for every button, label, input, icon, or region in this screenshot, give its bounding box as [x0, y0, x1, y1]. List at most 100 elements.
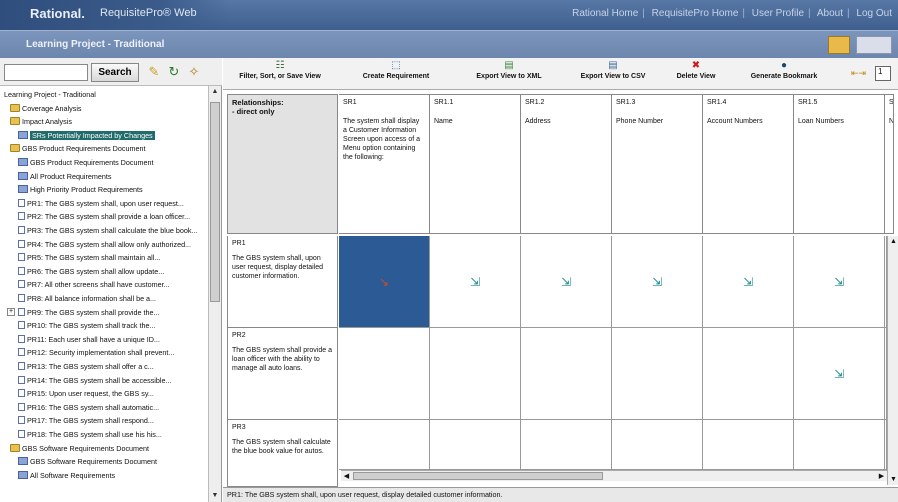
matrix-cell[interactable]: ⇲: [430, 236, 521, 328]
scroll-down-icon[interactable]: ▼: [888, 474, 898, 485]
export-view-to-csv-button[interactable]: ▤ Export View to CSV: [561, 61, 665, 87]
scroll-down-icon[interactable]: ▼: [209, 490, 221, 502]
column-header[interactable]: SR1.2 Address: [521, 94, 612, 234]
tree-item[interactable]: PR1: The GBS system shall, upon user req…: [0, 198, 208, 209]
tree-item[interactable]: GBS Product Requirements Document: [0, 157, 208, 168]
explorer-scrollbar[interactable]: ▲ ▼: [208, 86, 221, 502]
log-out-link[interactable]: Log Out: [856, 8, 892, 19]
export-xml-icon: ▤: [504, 60, 514, 71]
edit-icon[interactable]: ✎: [146, 64, 162, 80]
scroll-thumb[interactable]: [210, 102, 220, 302]
explorer-panel: Search ✎ ↻ ✧ Learning Project - Traditio…: [0, 58, 222, 502]
requirement-icon: [18, 375, 25, 384]
matrix-cell[interactable]: [521, 420, 612, 470]
requirement-icon: [18, 266, 25, 275]
column-header[interactable]: SN: [885, 94, 894, 234]
matrix-cell[interactable]: ⇲: [612, 236, 703, 328]
requisitepro-home-link[interactable]: RequisitePro Home: [652, 8, 739, 19]
expand-icon[interactable]: +: [7, 307, 15, 316]
tree-item[interactable]: PR8: All balance information shall be a.…: [0, 293, 208, 304]
matrix-cell[interactable]: [612, 328, 703, 420]
tools-icon[interactable]: [856, 36, 892, 54]
tree-item[interactable]: GBS Product Requirements Document: [0, 143, 208, 154]
scroll-up-icon[interactable]: ▲: [209, 86, 221, 98]
tree-item[interactable]: Impact Analysis: [0, 116, 208, 127]
matrix-cell[interactable]: [703, 328, 794, 420]
tree-item[interactable]: GBS Software Requirements Document: [0, 456, 208, 467]
scroll-thumb[interactable]: [353, 472, 603, 480]
matrix-cell[interactable]: [430, 328, 521, 420]
matrix-cell[interactable]: [703, 420, 794, 470]
tree-item[interactable]: PR9: The GBS system shall provide the...: [0, 307, 208, 318]
help-icon[interactable]: [828, 36, 850, 54]
tree-item[interactable]: GBS Software Requirements Document: [0, 443, 208, 454]
matrix-cell[interactable]: ⇲: [703, 236, 794, 328]
column-header[interactable]: SR1.4 Account Numbers: [703, 94, 794, 234]
tree-item[interactable]: Coverage Analysis: [0, 103, 208, 114]
matrix-vertical-scrollbar[interactable]: ▲ ▼: [887, 236, 898, 485]
search-input[interactable]: [4, 64, 88, 81]
export-view-to-xml-button[interactable]: ▤ Export View to XML: [460, 61, 558, 87]
matrix-cell[interactable]: ⇲: [794, 328, 885, 420]
column-header[interactable]: SR1.5 Loan Numbers: [794, 94, 885, 234]
user-profile-link[interactable]: User Profile: [752, 8, 804, 19]
matrix-cell[interactable]: [430, 420, 521, 470]
tree-item[interactable]: All Product Requirements: [0, 171, 208, 182]
tree-item-label: PR5: The GBS system shall maintain all..…: [27, 253, 161, 263]
matrix-cell[interactable]: [339, 420, 430, 470]
row-header[interactable]: PR2 The GBS system shall provide a loan o…: [227, 328, 338, 420]
trace-arrow-icon: ↘: [378, 274, 390, 289]
tree-item[interactable]: PR14: The GBS system shall be accessible…: [0, 375, 208, 386]
matrix-cell[interactable]: ↘: [339, 236, 430, 328]
search-button[interactable]: Search: [91, 63, 139, 82]
tree-item-label: PR18: The GBS system shall use his his..…: [27, 430, 162, 439]
matrix-horizontal-scrollbar[interactable]: ◀ ▶: [341, 470, 887, 481]
tree-item[interactable]: PR5: The GBS system shall maintain all..…: [0, 252, 208, 263]
column-header[interactable]: SR1.3 Phone Number: [612, 94, 703, 234]
tree-item[interactable]: PR4: The GBS system shall allow only aut…: [0, 239, 208, 250]
tree-item-label: Impact Analysis: [22, 117, 72, 127]
page-nav-arrows-icon[interactable]: ⇤⇥: [851, 68, 866, 79]
tree-item[interactable]: PR13: The GBS system shall offer a c...: [0, 361, 208, 372]
column-header[interactable]: SR1.1 Name: [430, 94, 521, 234]
tree-item[interactable]: PR18: The GBS system shall use his his..…: [0, 429, 208, 440]
about-link[interactable]: About: [817, 8, 843, 19]
scroll-up-icon[interactable]: ▲: [888, 236, 898, 247]
scroll-left-icon[interactable]: ◀: [341, 471, 352, 482]
tools-icon[interactable]: ✧: [186, 64, 202, 80]
delete-view-button[interactable]: ✖ Delete View: [667, 61, 725, 87]
tree-item[interactable]: PR12: Security implementation shall prev…: [0, 347, 208, 358]
tree-item[interactable]: PR7: All other screens shall have custom…: [0, 279, 208, 290]
page-number-field[interactable]: 1: [875, 66, 891, 81]
tree-item[interactable]: PR3: The GBS system shall calculate the …: [0, 225, 208, 236]
matrix-cell[interactable]: [794, 420, 885, 470]
matrix-cell[interactable]: ⇲: [794, 236, 885, 328]
requirement-icon: [18, 239, 25, 248]
matrix-cell[interactable]: [521, 328, 612, 420]
tree-item[interactable]: High Priority Product Requirements: [0, 184, 208, 195]
tree-item[interactable]: All Software Requirements: [0, 470, 208, 481]
column-header[interactable]: SR1 The system shall display a Customer I…: [339, 94, 430, 234]
filter-sort-or-save-view-button[interactable]: ☷ Filter, Sort, or Save View: [227, 61, 333, 87]
tree-item[interactable]: PR10: The GBS system shall track the...: [0, 320, 208, 331]
tree-item-selected[interactable]: SRs Potentially Impacted by Changes: [0, 130, 208, 141]
trace-arrow-icon: ⇲: [742, 274, 754, 289]
tree-item[interactable]: PR16: The GBS system shall automatic...: [0, 402, 208, 413]
rational-home-link[interactable]: Rational Home: [572, 8, 638, 19]
row-header[interactable]: PR1 The GBS system shall, upon user reque…: [227, 236, 338, 328]
refresh-icon[interactable]: ↻: [166, 64, 182, 80]
scroll-right-icon[interactable]: ▶: [876, 471, 887, 482]
tree-item[interactable]: PR17: The GBS system shall respond...: [0, 415, 208, 426]
tree-item[interactable]: PR11: Each user shall have a unique ID..…: [0, 334, 208, 345]
tree-item[interactable]: Learning Project - Traditional: [0, 89, 208, 100]
generate-bookmark-button[interactable]: ● Generate Bookmark: [729, 61, 839, 87]
create-requirement-button[interactable]: ⬚ Create Requirement: [335, 61, 457, 87]
requirement-icon: [18, 307, 25, 316]
tree-item[interactable]: PR15: Upon user request, the GBS sy...: [0, 388, 208, 399]
tree-item[interactable]: PR6: The GBS system shall allow update..…: [0, 266, 208, 277]
tree-item[interactable]: PR2: The GBS system shall provide a loan…: [0, 211, 208, 222]
matrix-cell[interactable]: [339, 328, 430, 420]
row-header[interactable]: PR3 The GBS system shall calculate the bl…: [227, 420, 338, 487]
matrix-cell[interactable]: [612, 420, 703, 470]
matrix-cell[interactable]: ⇲: [521, 236, 612, 328]
